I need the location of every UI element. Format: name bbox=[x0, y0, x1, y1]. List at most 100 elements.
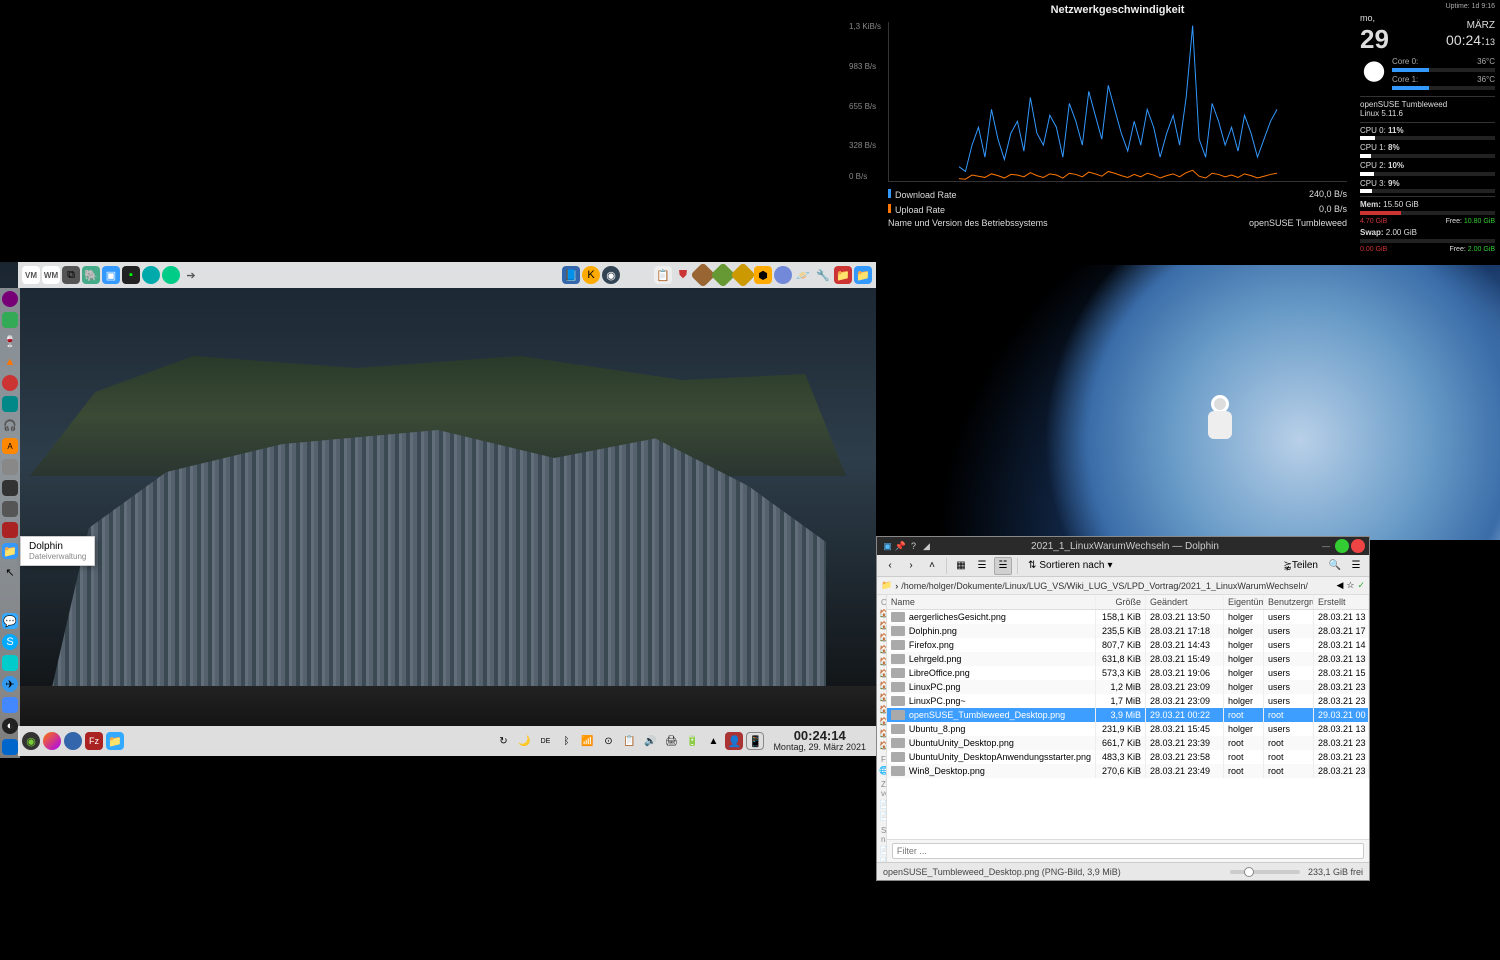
sidebar-item[interactable]: Videos bbox=[877, 692, 887, 704]
filezilla-icon[interactable]: Fz bbox=[85, 732, 103, 750]
terminal-icon[interactable]: ▪ bbox=[122, 266, 140, 284]
sidebar-item[interactable]: Arbeitsfläche bbox=[877, 620, 887, 632]
file-row[interactable]: UbuntuUnity_DesktopAnwendungsstarter.png… bbox=[887, 750, 1369, 764]
tray-vol-icon[interactable]: 🔊 bbox=[641, 732, 659, 750]
hex-icon[interactable]: ⬢ bbox=[754, 266, 772, 284]
minimize-button[interactable]: — bbox=[1319, 539, 1333, 553]
files-icon[interactable]: 📁 bbox=[106, 732, 124, 750]
circle1-icon[interactable] bbox=[142, 266, 160, 284]
folder-red-icon[interactable]: 📁 bbox=[834, 266, 852, 284]
file-row[interactable]: Ubuntu_8.png 231,9 KiB 28.03.21 15:45 ho… bbox=[887, 722, 1369, 736]
filter-input[interactable] bbox=[892, 843, 1364, 859]
file-row[interactable]: aergerlichesGesicht.png 158,1 KiB 28.03.… bbox=[887, 610, 1369, 624]
file-header[interactable]: Name Größe Geändert Eigentümer Benutzerg… bbox=[887, 595, 1369, 610]
box3-icon[interactable] bbox=[730, 262, 755, 287]
skype-icon[interactable]: S bbox=[2, 634, 18, 650]
tray-print-icon[interactable]: 🖨 bbox=[662, 732, 680, 750]
sidebar-item[interactable]: Persönlicher Ordner bbox=[877, 608, 887, 620]
sidebar-item[interactable]: Downloads bbox=[877, 656, 887, 668]
blue2-icon[interactable] bbox=[2, 739, 18, 755]
file-row[interactable]: UbuntuUnity_Desktop.png 661,7 KiB 28.03.… bbox=[887, 736, 1369, 750]
sidebar-item[interactable]: Netzwerk bbox=[877, 765, 887, 777]
book-icon[interactable]: 📘 bbox=[562, 266, 580, 284]
file-row[interactable]: LinuxPC.png~ 1,7 MiB 28.03.21 23:09 holg… bbox=[887, 694, 1369, 708]
up-button[interactable]: ˄ bbox=[923, 557, 941, 575]
circle2-icon[interactable] bbox=[162, 266, 180, 284]
stack-icon[interactable]: ⧉ bbox=[62, 266, 80, 284]
maximize-button[interactable] bbox=[1335, 539, 1349, 553]
file-row[interactable]: openSUSE_Tumbleweed_Desktop.png 3,9 MiB … bbox=[887, 708, 1369, 722]
sidebar-item[interactable]: EigeneLieder_alleDaten bbox=[877, 716, 887, 728]
wrench-icon[interactable]: 🔧 bbox=[814, 266, 832, 284]
panel-clock[interactable]: 00:24:14 Montag, 29. März 2021 bbox=[767, 729, 872, 753]
dark-app2-icon[interactable] bbox=[2, 501, 18, 517]
discord-icon[interactable] bbox=[774, 266, 792, 284]
thunderbird-icon[interactable] bbox=[64, 732, 82, 750]
purple-app-icon[interactable] bbox=[2, 291, 18, 307]
sidebar-item[interactable]: LFS bbox=[877, 728, 887, 740]
arrow-icon[interactable]: ➔ bbox=[182, 266, 200, 284]
dolphin-pathbar[interactable]: 📁 › /home/holger/Dokumente/Linux/LUG_VS/… bbox=[877, 577, 1369, 595]
tray-bat-icon[interactable]: 🔋 bbox=[683, 732, 701, 750]
red-circle-icon[interactable] bbox=[2, 375, 18, 391]
tray-sync-icon[interactable]: ↻ bbox=[494, 732, 512, 750]
sidebar-item[interactable]: Zuletzt verwendete Orte bbox=[877, 811, 887, 823]
sidebar-item[interactable]: Skripte bbox=[877, 644, 887, 656]
forward-button[interactable]: › bbox=[902, 557, 920, 575]
text-icon[interactable]: A bbox=[2, 438, 18, 454]
zoom-slider[interactable] bbox=[1230, 870, 1300, 874]
detail-view-button[interactable]: ☱ bbox=[994, 557, 1012, 575]
kde-icon[interactable]: K bbox=[582, 266, 600, 284]
cursor-icon[interactable]: ↖ bbox=[2, 564, 18, 580]
titlebar-more-icon[interactable]: ◢ bbox=[921, 541, 932, 552]
file-row[interactable]: LibreOffice.png 573,3 KiB 28.03.21 19:06… bbox=[887, 666, 1369, 680]
desktop-wallpaper-right[interactable] bbox=[876, 265, 1500, 540]
dolphin-left-icon[interactable]: 📁 bbox=[2, 543, 18, 559]
vm-icon[interactable]: VM bbox=[22, 266, 40, 284]
tray-bt-icon[interactable]: ᛒ bbox=[557, 732, 575, 750]
wm-icon[interactable]: WM bbox=[42, 266, 60, 284]
file-row[interactable]: Firefox.png 807,7 KiB 28.03.21 14:43 hol… bbox=[887, 638, 1369, 652]
vlc-icon[interactable]: ▲ bbox=[2, 354, 18, 370]
tray-user-icon[interactable]: 👤 bbox=[725, 732, 743, 750]
file-row[interactable]: Lehrgeld.png 631,8 KiB 28.03.21 15:49 ho… bbox=[887, 652, 1369, 666]
sidebar-item[interactable]: Dokumente bbox=[877, 632, 887, 644]
sidebar-item[interactable]: Music bbox=[877, 668, 887, 680]
chat-icon[interactable]: 💬 bbox=[2, 613, 18, 629]
file-row[interactable]: LinuxPC.png 1,2 MiB 28.03.21 23:09 holge… bbox=[887, 680, 1369, 694]
mamp-icon[interactable]: 🐘 bbox=[82, 266, 100, 284]
desktop-wallpaper-left[interactable] bbox=[0, 262, 876, 756]
sidebar-item[interactable]: Linux bbox=[877, 740, 887, 752]
sort-button[interactable]: ⇅ Sortieren nach ▾ bbox=[1023, 557, 1117, 575]
sidebar-item[interactable]: Pictures bbox=[877, 680, 887, 692]
opensuse-menu-icon[interactable]: ◉ bbox=[22, 732, 40, 750]
tray-clip-icon[interactable]: 📋 bbox=[620, 732, 638, 750]
teal-app-icon[interactable] bbox=[2, 396, 18, 412]
xterm-icon[interactable]: ▣ bbox=[102, 266, 120, 284]
tray-wifi-icon[interactable]: 📶 bbox=[578, 732, 596, 750]
planet-icon[interactable]: 🪐 bbox=[794, 266, 812, 284]
close-button[interactable] bbox=[1351, 539, 1365, 553]
back-button[interactable]: ‹ bbox=[881, 557, 899, 575]
compact-view-button[interactable]: ☰ bbox=[973, 557, 991, 575]
steam-icon[interactable]: ◉ bbox=[602, 266, 620, 284]
sidebar-item[interactable]: Bilder bbox=[877, 857, 887, 862]
bookmark-path-icon[interactable]: ☆ bbox=[1346, 580, 1354, 591]
icon-view-button[interactable]: ▦ bbox=[952, 557, 970, 575]
tray-hp-icon[interactable]: ⊙ bbox=[599, 732, 617, 750]
accept-path-icon[interactable]: ✓ bbox=[1357, 580, 1365, 591]
file-row[interactable]: Dolphin.png 235,5 KiB 28.03.21 17:18 hol… bbox=[887, 624, 1369, 638]
titlebar-help-icon[interactable]: ? bbox=[908, 541, 919, 552]
github-icon[interactable]: ◐ bbox=[2, 718, 18, 734]
titlebar-pin-icon[interactable]: 📌 bbox=[895, 541, 906, 552]
clear-path-icon[interactable]: ◀ bbox=[1336, 580, 1343, 591]
dolphin-titlebar[interactable]: ▣ 📌 ? ◢ 2021_1_LinuxWarumWechseln — Dolp… bbox=[877, 537, 1369, 555]
sidebar-item[interactable]: Papierkorb bbox=[877, 704, 887, 716]
share-button[interactable]: ⪺ Teilen bbox=[1278, 557, 1323, 575]
tray-phone-icon[interactable]: 📱 bbox=[746, 732, 764, 750]
firefox-icon[interactable] bbox=[43, 732, 61, 750]
headphones-icon[interactable]: 🎧 bbox=[2, 417, 18, 433]
tray-lang-icon[interactable]: DE bbox=[536, 732, 554, 750]
gray-app-icon[interactable] bbox=[2, 459, 18, 475]
sidebar-item[interactable]: Zuletzt geöffnete Dateien bbox=[877, 799, 887, 811]
